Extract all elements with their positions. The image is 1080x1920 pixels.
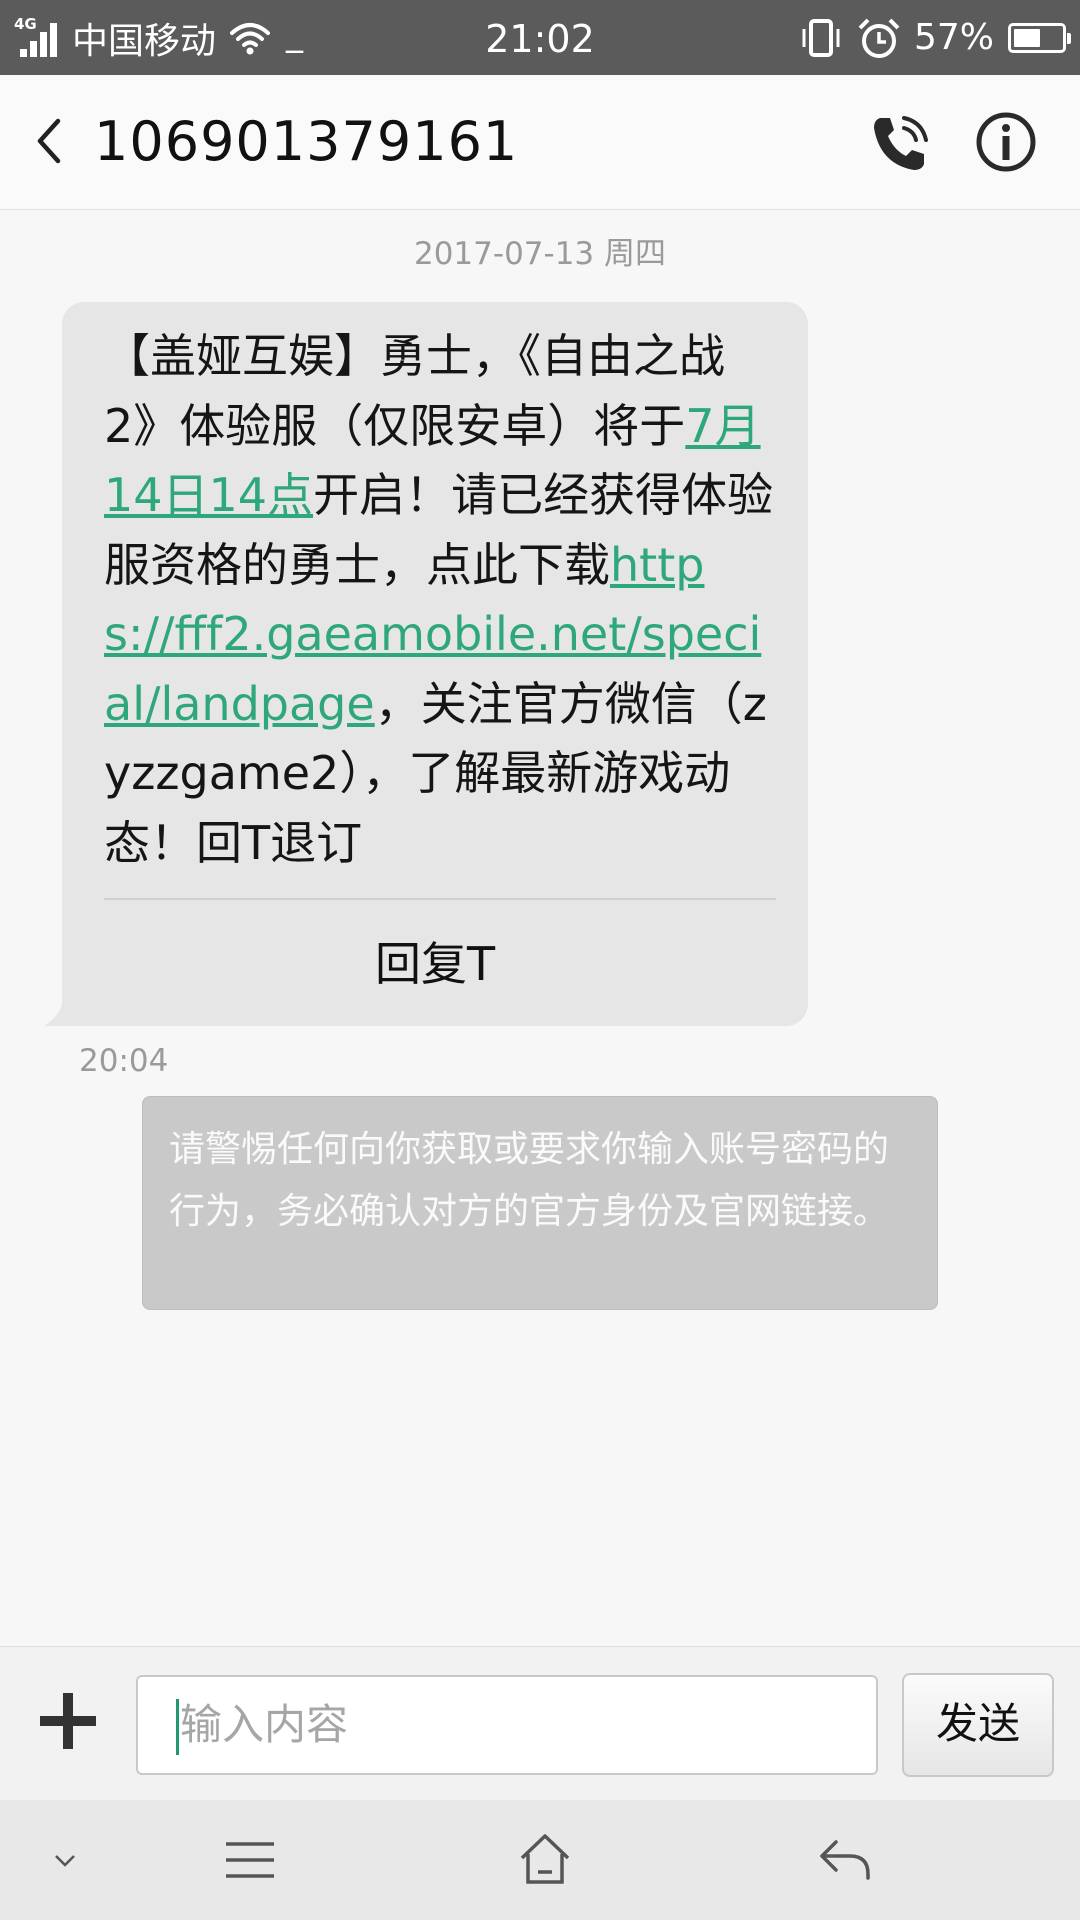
nav-collapse-button[interactable] — [40, 1800, 90, 1920]
compose-bar: 输入内容 发送 — [0, 1646, 1080, 1801]
signal-icon: 4G — [14, 14, 60, 59]
chevron-down-icon — [55, 1855, 75, 1867]
security-warning: 请警惕任何向你获取或要求你输入账号密码的行为，务必确认对方的官方身份及官网链接。 — [142, 1096, 938, 1310]
text-cursor — [176, 1699, 179, 1755]
back-icon — [820, 1840, 870, 1880]
vibrate-icon — [802, 18, 840, 57]
nav-home-button[interactable] — [500, 1800, 590, 1920]
network-type: 4G — [14, 14, 37, 33]
battery-percent: 57% — [913, 17, 994, 58]
battery-icon — [1008, 22, 1071, 53]
message-time: 20:04 — [79, 1043, 169, 1079]
phone-call-icon[interactable] — [866, 110, 932, 176]
status-extra: _ — [286, 13, 304, 54]
status-bar: 4G 中国移动 _ 21:02 57% — [0, 0, 1080, 75]
bubble-divider — [104, 898, 776, 900]
carrier-name: 中国移动 — [72, 20, 217, 62]
menu-icon — [226, 1842, 274, 1878]
back-arrow-icon[interactable] — [28, 115, 68, 167]
message-text-part: 【盖娅互娱】勇士，《自由之战2》体验服（仅限安卓）将于 — [104, 329, 725, 453]
message-input[interactable]: 输入内容 — [136, 1675, 878, 1775]
plus-icon[interactable] — [38, 1691, 98, 1751]
security-warning-text: 请警惕任何向你获取或要求你输入账号密码的行为，务必确认对方的官方身份及官网链接。 — [169, 1129, 890, 1232]
wifi-icon — [230, 22, 271, 54]
send-button[interactable]: 发送 — [902, 1673, 1054, 1777]
message-bubble[interactable]: 【盖娅互娱】勇士，《自由之战2》体验服（仅限安卓）将于7月14日14点开启！请已… — [62, 302, 808, 1026]
quick-reply-button[interactable]: 回复T — [62, 934, 808, 994]
home-icon — [520, 1834, 570, 1884]
nav-menu-button[interactable] — [210, 1800, 290, 1920]
nav-back-button[interactable] — [800, 1800, 890, 1920]
message-text: 【盖娅互娱】勇士，《自由之战2》体验服（仅限安卓）将于7月14日14点开启！请已… — [104, 322, 774, 878]
system-nav-bar — [0, 1800, 1080, 1920]
date-divider: 2017-07-13 周四 — [413, 236, 666, 272]
alarm-icon — [858, 18, 900, 58]
input-placeholder: 输入内容 — [180, 1700, 349, 1749]
info-icon[interactable] — [974, 110, 1038, 174]
contact-number: 106901379161 — [94, 110, 519, 173]
conversation-header: 106901379161 — [0, 75, 1080, 210]
